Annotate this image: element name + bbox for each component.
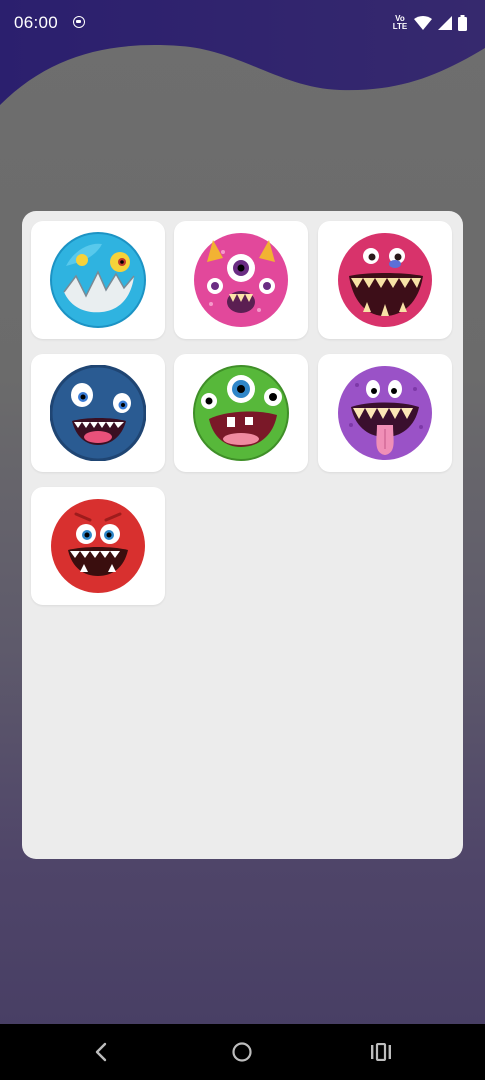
back-icon xyxy=(95,1042,107,1062)
screen-record-icon xyxy=(73,16,85,28)
monster-card-blue[interactable] xyxy=(31,221,165,339)
recents-icon xyxy=(371,1043,391,1061)
navigation-bar xyxy=(0,1024,485,1080)
recents-button[interactable] xyxy=(366,1038,396,1066)
monster-grid-panel xyxy=(22,211,463,859)
monster-card-red[interactable] xyxy=(31,487,165,605)
wifi-icon xyxy=(414,16,432,30)
green-cyclops-monster-icon xyxy=(193,365,289,461)
signal-icon xyxy=(438,16,452,30)
status-bar: 06:00 Vo LTE xyxy=(0,0,485,46)
monster-card-purple[interactable] xyxy=(318,354,452,472)
monster-card-navy[interactable] xyxy=(31,354,165,472)
home-icon xyxy=(232,1042,252,1062)
pink-three-eyed-monster-icon xyxy=(194,233,288,327)
blue-spiky-monster-icon xyxy=(50,232,146,328)
back-button[interactable] xyxy=(86,1038,116,1066)
volte-icon: Vo LTE xyxy=(392,14,408,31)
status-time: 06:00 xyxy=(14,13,59,32)
home-button[interactable] xyxy=(227,1038,257,1066)
navy-round-monster-icon xyxy=(50,365,146,461)
monster-card-crimson[interactable] xyxy=(318,221,452,339)
purple-tongue-monster-icon xyxy=(338,366,432,460)
crimson-grinning-monster-icon xyxy=(338,233,432,327)
monster-card-pink[interactable] xyxy=(174,221,308,339)
battery-icon xyxy=(458,15,467,31)
status-icons: Vo LTE xyxy=(392,13,467,33)
monster-card-green[interactable] xyxy=(174,354,308,472)
red-happy-monster-icon xyxy=(51,499,145,593)
